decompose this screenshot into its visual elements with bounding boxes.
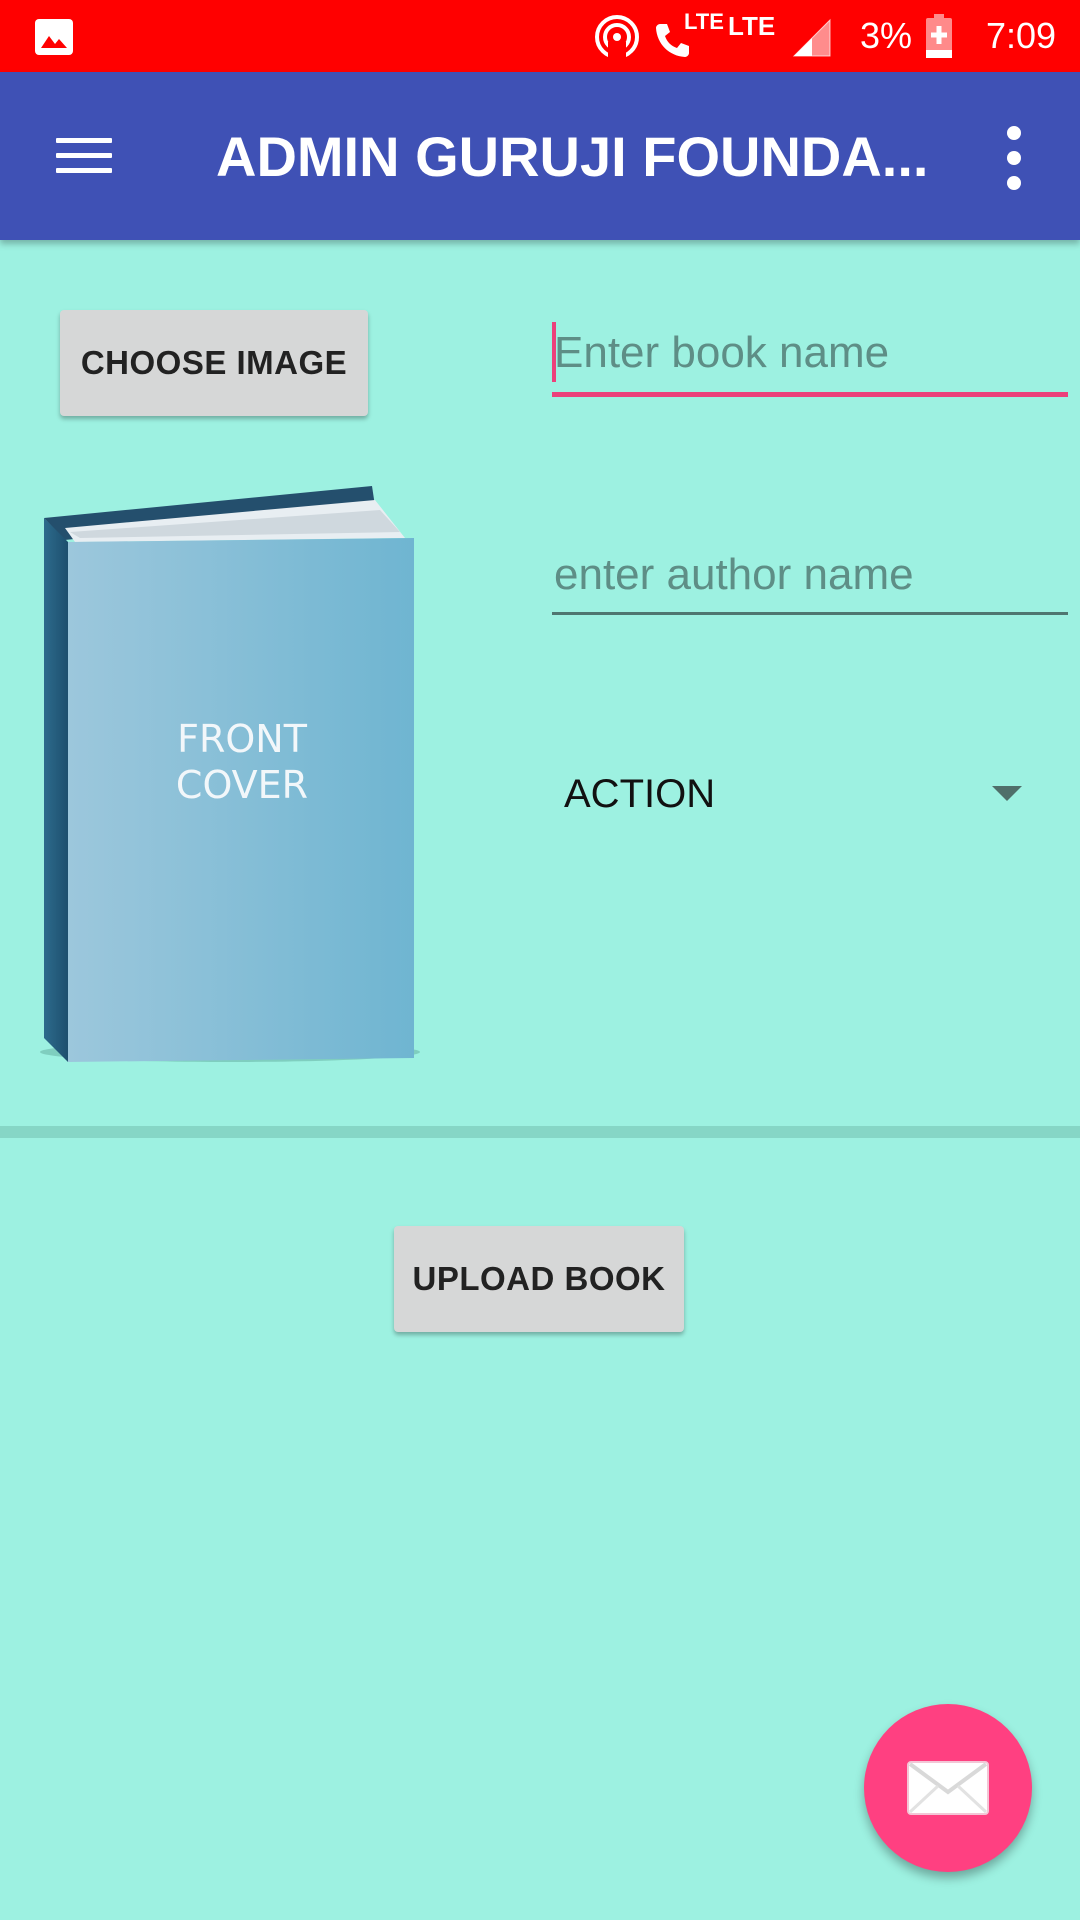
author-name-input[interactable] [552,542,1070,608]
author-name-underline [552,612,1068,615]
cover-text-line2: COVER [176,763,308,807]
upload-book-button[interactable]: UPLOAD BOOK [394,1226,684,1332]
more-vert-icon[interactable] [990,124,1038,192]
battery-percent: 3% [860,15,913,56]
book-name-underline [552,392,1068,397]
category-selected-value: ACTION [564,771,716,816]
choose-image-button[interactable]: CHOOSE IMAGE [60,310,368,416]
app-bar: ADMIN GURUJI FOUNDA... [0,72,1080,240]
mail-icon [907,1761,989,1815]
text-cursor [552,322,556,382]
image-icon [35,19,73,55]
author-name-field [552,542,1070,615]
book-cover-image: FRONT COVER [40,486,420,1062]
section-divider [0,1126,1080,1138]
battery-charging-icon [926,14,952,58]
app-title: ADMIN GURUJI FOUNDA... [216,124,929,188]
clock: 7:09 [986,15,1057,56]
lte-label: LTE [728,10,776,41]
category-dropdown[interactable]: ACTION [552,752,1052,836]
dropdown-arrow-icon [992,786,1022,801]
cover-text-line1: FRONT [177,717,308,761]
hamburger-menu-icon[interactable] [40,112,128,200]
mail-fab-button[interactable] [864,1704,1032,1872]
book-name-input[interactable] [552,320,1070,386]
status-bar: LTE LTE 3% 7:09 [0,0,1080,72]
lte-call-label: LTE [684,9,724,34]
book-name-field [552,320,1070,397]
hotspot-icon [595,15,639,60]
signal-icon [792,18,831,57]
